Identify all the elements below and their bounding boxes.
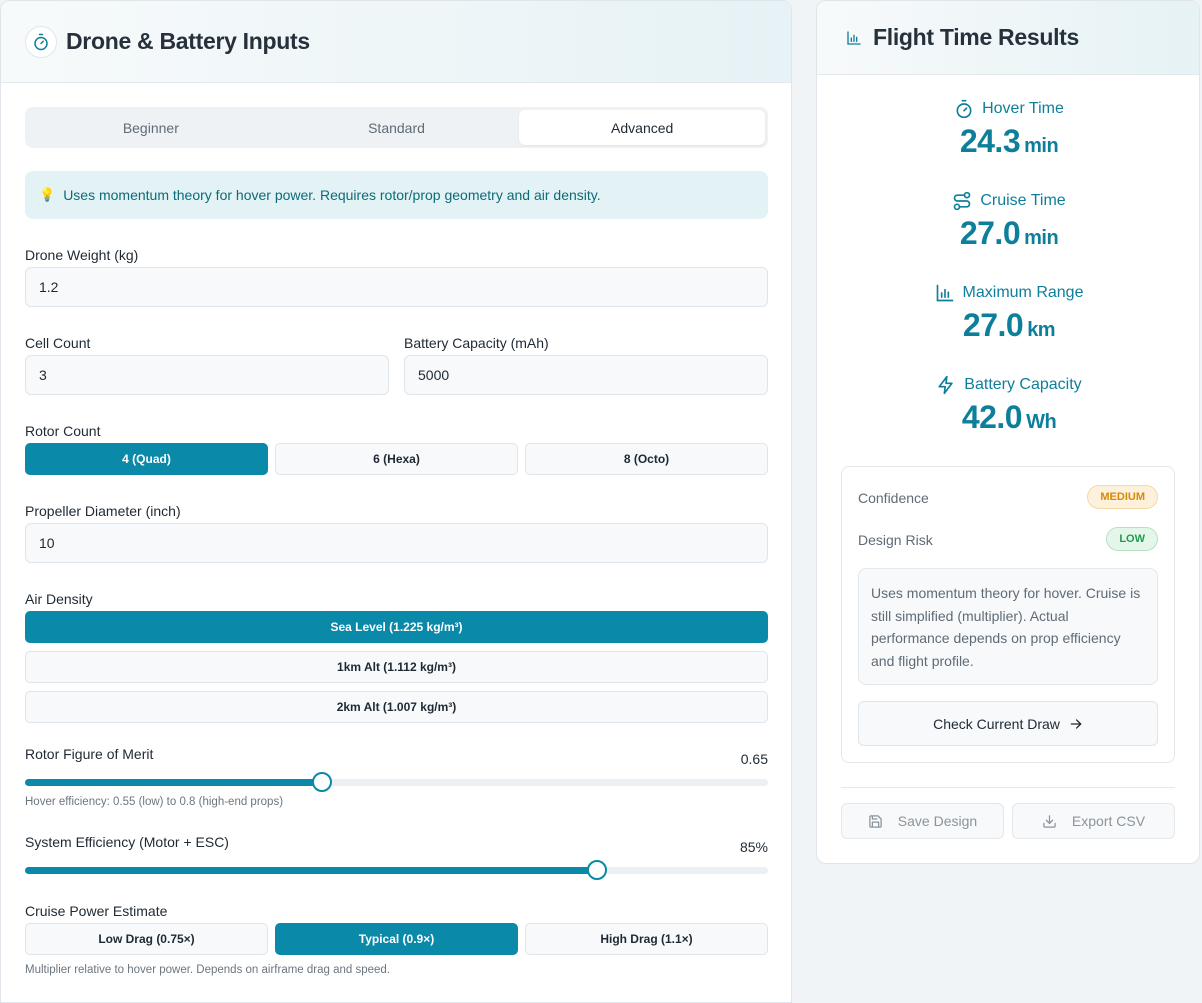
arrow-right-icon [1070,718,1082,729]
info-text: Uses momentum theory for hover power. Re… [63,187,601,203]
battery-capacity-input[interactable]: 5000 [404,355,768,395]
metric-value: 27.0 [959,215,1021,251]
cruise-power-label: Cruise Power Estimate [25,903,168,919]
rotor-hexa-button[interactable]: 6 (Hexa) [275,443,518,475]
air-density-label: Air Density [25,591,93,607]
inputs-panel-header: Drone & Battery Inputs [1,1,791,83]
battery-capacity-label: Battery Capacity (mAh) [404,335,549,351]
figure-of-merit-slider-thumb[interactable] [312,772,333,792]
metric-label: Battery Capacity [964,376,1082,393]
cruise-typical-button[interactable]: Typical (0.9×) [275,923,518,955]
design-risk-label: Design Risk [858,532,933,548]
air-density-1km-button[interactable]: 1km Alt (1.112 kg/m³) [25,651,768,683]
save-design-button[interactable]: Save Design [841,803,1004,839]
lightbulb-icon: 💡 [39,187,56,202]
metric-maximum-range: Maximum Range 27.0 km [817,283,1199,344]
figure-of-merit-label: Rotor Figure of Merit [25,746,154,762]
system-efficiency-label: System Efficiency (Motor + ESC) [25,834,229,850]
stopwatch-icon [25,25,57,58]
figure-of-merit-value: 0.65 [740,751,768,767]
metric-unit: min [1024,227,1059,249]
propeller-diameter-label: Propeller Diameter (inch) [25,503,181,519]
rotor-quad-button[interactable]: 4 (Quad) [25,443,268,475]
air-density-2km-button[interactable]: 2km Alt (1.007 kg/m³) [25,691,768,723]
system-efficiency-slider-thumb[interactable] [587,860,608,880]
air-density-sea-level-button[interactable]: Sea Level (1.225 kg/m³) [25,611,768,643]
results-panel-header: Flight Time Results [817,1,1199,75]
results-panel: Flight Time Results Hover Time 24.3 min C… [816,0,1200,864]
figure-of-merit-hint: Hover efficiency: 0.55 (low) to 0.8 (hig… [25,796,284,808]
drone-weight-input[interactable]: 1.2 [25,267,768,307]
lightning-icon [938,375,953,395]
export-csv-label: Export CSV [1071,813,1146,829]
info-box: 💡 Uses momentum theory for hover power. … [25,171,768,219]
figure-of-merit-slider[interactable] [25,772,768,792]
figure-of-merit-slider-fill [25,779,323,786]
metric-cruise-time: Cruise Time 27.0 min [817,191,1199,252]
drone-weight-label: Drone Weight (kg) [25,247,139,263]
system-efficiency-slider-fill [25,867,598,874]
inputs-panel: Drone & Battery Inputs Beginner Standard… [0,0,792,1003]
metric-unit: min [1024,135,1059,157]
cruise-high-drag-button[interactable]: High Drag (1.1×) [525,923,768,955]
cell-count-input[interactable]: 3 [25,355,389,395]
propeller-diameter-input[interactable]: 10 [25,523,768,563]
check-current-draw-button[interactable]: Check Current Draw [858,701,1158,746]
divider [841,787,1175,788]
metric-value: 42.0 [961,399,1023,435]
confidence-badge: MEDIUM [1087,485,1158,509]
system-efficiency-slider[interactable] [25,860,768,880]
metric-battery-capacity: Battery Capacity 42.0 Wh [817,375,1199,436]
download-icon [1043,814,1056,828]
save-icon [869,814,882,828]
summary-card: Confidence MEDIUM Design Risk LOW Uses m… [841,466,1175,763]
stopwatch-icon [956,99,972,119]
metric-label: Hover Time [982,100,1064,117]
route-icon [953,191,971,211]
note-box: Uses momentum theory for hover. Cruise i… [858,568,1158,685]
cruise-low-drag-button[interactable]: Low Drag (0.75×) [25,923,268,955]
metric-hover-time: Hover Time 24.3 min [817,99,1199,160]
save-design-label: Save Design [897,813,978,829]
export-csv-button[interactable]: Export CSV [1012,803,1175,839]
rotor-octo-button[interactable]: 8 (Octo) [525,443,768,475]
metric-unit: km [1027,319,1056,341]
metric-label: Cruise Time [980,192,1066,209]
metric-unit: Wh [1026,411,1057,433]
design-risk-badge: LOW [1106,527,1158,551]
confidence-label: Confidence [858,490,929,506]
bar-chart-icon [843,22,865,54]
rotor-count-label: Rotor Count [25,423,101,439]
tab-advanced[interactable]: Advanced [519,110,766,145]
mode-tabs: Beginner Standard Advanced [25,107,768,148]
check-current-draw-label: Check Current Draw [933,715,1060,732]
metric-label: Maximum Range [962,284,1084,301]
system-efficiency-value: 85% [739,839,768,855]
tab-beginner[interactable]: Beginner [28,110,274,145]
cell-count-label: Cell Count [25,335,91,351]
cruise-power-hint: Multiplier relative to hover power. Depe… [25,964,391,976]
metric-value: 24.3 [959,123,1021,159]
results-panel-title: Flight Time Results [873,24,1080,50]
tab-standard[interactable]: Standard [274,110,520,145]
inputs-panel-title: Drone & Battery Inputs [66,28,310,54]
metric-value: 27.0 [962,307,1024,343]
bar-chart-icon [936,284,953,302]
